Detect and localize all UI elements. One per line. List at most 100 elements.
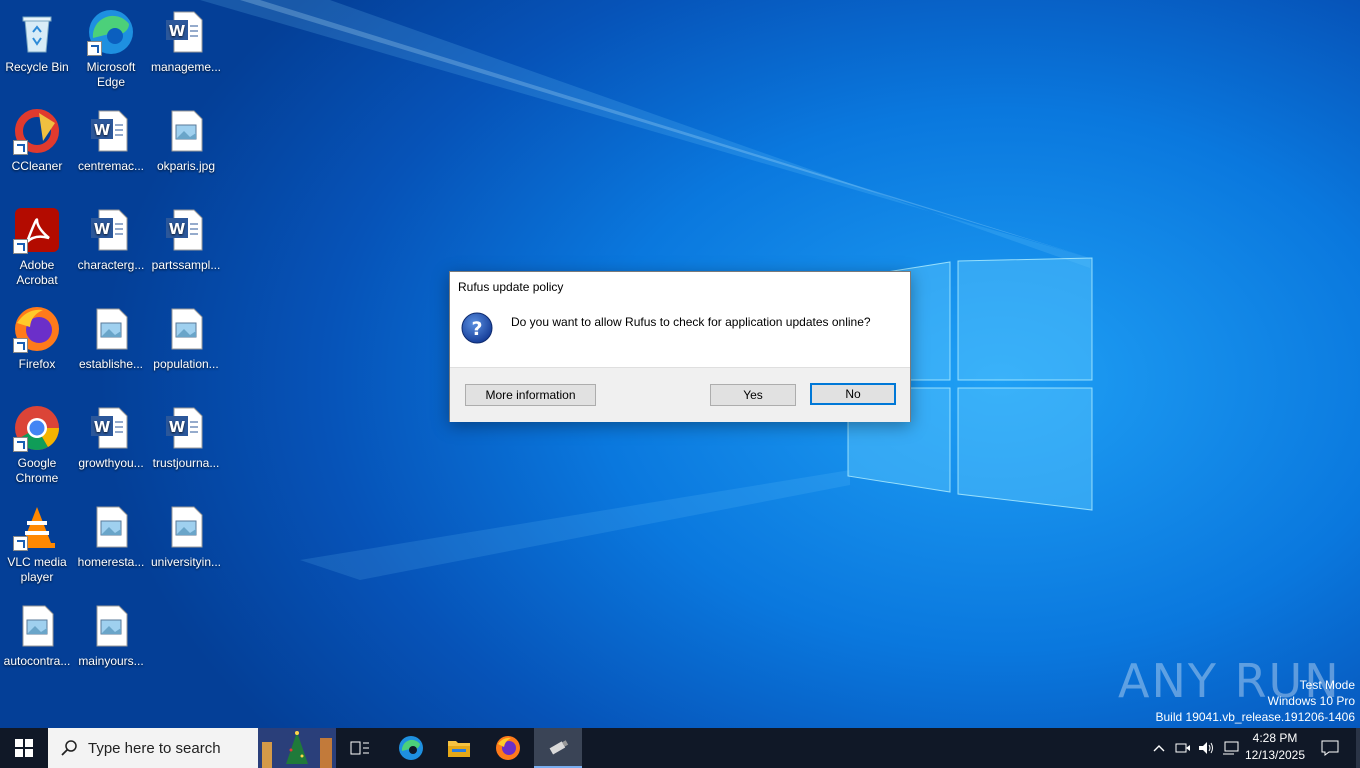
desktop-icon-label: partssampl... xyxy=(151,258,221,272)
desktop-icon-label: mainyours... xyxy=(78,654,144,668)
desktop-icon[interactable]: Wcharacterg... xyxy=(74,206,148,273)
desktop-icon[interactable]: CCleaner xyxy=(0,107,74,174)
desktop-icon[interactable]: Wtrustjourna... xyxy=(149,404,223,471)
word-doc-icon: W xyxy=(87,206,135,254)
meet-now-icon xyxy=(1175,743,1190,753)
shortcut-arrow-icon xyxy=(13,140,28,155)
shortcut-arrow-icon xyxy=(87,41,102,56)
desktop-icon-label: Adobe Acrobat xyxy=(16,258,58,287)
test-mode-watermark: Test Mode Windows 10 Pro Build 19041.vb_… xyxy=(1156,677,1356,725)
image-file-icon xyxy=(87,602,135,650)
taskbar-file-explorer[interactable] xyxy=(438,728,480,768)
desktop-icon-label: Firefox xyxy=(18,357,56,371)
acrobat-icon xyxy=(13,206,61,254)
word-doc-icon: W xyxy=(162,404,210,452)
taskbar-firefox[interactable] xyxy=(487,728,529,768)
speaker-icon xyxy=(1199,742,1213,754)
network-icon xyxy=(1223,741,1239,755)
folder-icon xyxy=(448,741,470,757)
task-view-button[interactable] xyxy=(340,728,380,768)
tray-volume[interactable] xyxy=(1196,728,1218,768)
desktop-icon[interactable]: Google Chrome xyxy=(0,404,74,486)
tray-meet-now[interactable] xyxy=(1172,728,1194,768)
desktop-icon-label: homeresta... xyxy=(77,555,145,569)
clock-time: 4:28 PM xyxy=(1252,731,1298,745)
svg-text:W: W xyxy=(169,22,186,40)
taskbar-edge[interactable] xyxy=(390,728,432,768)
svg-text:W: W xyxy=(94,121,111,139)
taskbar-search-box[interactable]: Type here to search xyxy=(48,728,336,768)
usb-drive-icon xyxy=(549,740,569,755)
word-doc-icon: W xyxy=(87,107,135,155)
desktop-icon[interactable]: VLC media player xyxy=(0,503,74,585)
search-icon xyxy=(61,740,77,756)
rufus-update-dialog: Rufus update policy ? Do you want to all… xyxy=(449,271,911,422)
word-doc-icon: W xyxy=(162,8,210,56)
shortcut-arrow-icon xyxy=(13,239,28,254)
show-desktop-button[interactable] xyxy=(1356,728,1360,768)
desktop-icon-label: okparis.jpg xyxy=(156,159,216,173)
tray-clock[interactable]: 4:28 PM 12/13/2025 xyxy=(1240,730,1310,764)
image-file-icon xyxy=(87,503,135,551)
desktop-icon[interactable]: Wcentremac... xyxy=(74,107,148,174)
firefox-icon xyxy=(13,305,61,353)
desktop-icon[interactable]: okparis.jpg xyxy=(149,107,223,174)
edge-icon xyxy=(399,736,423,760)
more-information-button[interactable]: More information xyxy=(465,384,596,406)
desktop-icon-label: CCleaner xyxy=(11,159,63,173)
question-icon: ? xyxy=(461,312,493,344)
desktop-icon[interactable]: universityin... xyxy=(149,503,223,570)
show-hidden-icons-button[interactable] xyxy=(1148,728,1170,768)
svg-text:W: W xyxy=(169,220,186,238)
desktop-icon[interactable]: establishe... xyxy=(74,305,148,372)
desktop-icon[interactable]: Wpartssampl... xyxy=(149,206,223,273)
dialog-title: Rufus update policy xyxy=(458,280,564,294)
image-file-icon xyxy=(162,503,210,551)
desktop-icon-label: population... xyxy=(153,357,219,371)
shortcut-arrow-icon xyxy=(13,338,28,353)
desktop-icon-label: trustjourna... xyxy=(152,456,220,470)
svg-text:?: ? xyxy=(471,318,482,340)
action-center-button[interactable] xyxy=(1310,728,1350,768)
desktop-icon[interactable]: autocontra... xyxy=(0,602,74,669)
clock-date: 12/13/2025 xyxy=(1244,748,1306,762)
vlc-icon xyxy=(13,503,61,551)
watermark-line2: Windows 10 Pro xyxy=(1267,694,1355,708)
no-button[interactable]: No xyxy=(810,383,896,405)
desktop-icon-label: Microsoft Edge xyxy=(86,60,136,89)
ccleaner-icon xyxy=(13,107,61,155)
desktop-icon[interactable]: Recycle Bin xyxy=(0,8,74,75)
shortcut-arrow-icon xyxy=(13,437,28,452)
desktop-icon[interactable]: Adobe Acrobat xyxy=(0,206,74,288)
image-file-icon xyxy=(87,305,135,353)
watermark-line3: Build 19041.vb_release.191206-1406 xyxy=(1155,710,1356,724)
desktop-icon[interactable]: Firefox xyxy=(0,305,74,372)
recycle-bin-icon xyxy=(13,8,61,56)
desktop-icon-label: centremac... xyxy=(77,159,145,173)
desktop-icon-label: VLC media player xyxy=(7,555,67,584)
watermark-line1: Test Mode xyxy=(1299,678,1355,692)
start-button[interactable] xyxy=(0,728,48,768)
search-placeholder: Type here to search xyxy=(88,740,221,757)
desktop-icon[interactable]: mainyours... xyxy=(74,602,148,669)
yes-button[interactable]: Yes xyxy=(710,384,796,406)
desktop-icon[interactable]: Microsoft Edge xyxy=(74,8,148,90)
image-file-icon xyxy=(162,305,210,353)
desktop-icon[interactable]: population... xyxy=(149,305,223,372)
edge-icon xyxy=(87,8,135,56)
desktop-icon-label: universityin... xyxy=(150,555,222,569)
desktop-icon-label: autocontra... xyxy=(3,654,71,668)
desktop-icon[interactable]: homeresta... xyxy=(74,503,148,570)
desktop-icon[interactable]: Wmanageme... xyxy=(149,8,223,75)
svg-text:W: W xyxy=(169,418,186,436)
taskbar-rufus[interactable] xyxy=(534,728,582,768)
dialog-message: Do you want to allow Rufus to check for … xyxy=(511,315,871,329)
desktop-icon-label: growthyou... xyxy=(78,456,144,470)
image-file-icon xyxy=(162,107,210,155)
desktop-icon-label: establishe... xyxy=(78,357,144,371)
svg-text:W: W xyxy=(94,418,111,436)
tray-network[interactable] xyxy=(1220,728,1242,768)
desktop-icon[interactable]: Wgrowthyou... xyxy=(74,404,148,471)
notification-icon xyxy=(1321,740,1339,756)
taskbar: Type here to search 4:28 PM 12/13/2025 xyxy=(0,728,1360,768)
